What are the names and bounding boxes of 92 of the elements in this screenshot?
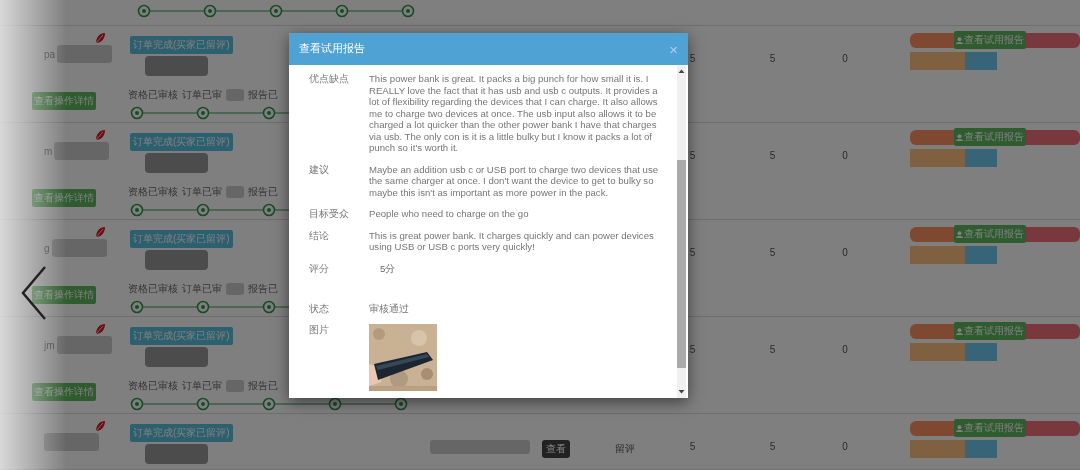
close-button[interactable]: × bbox=[669, 40, 678, 58]
leaf-icon bbox=[94, 129, 106, 141]
field-value: Maybe an addition usb c or USB port to charge two devices that use the same charger at once. I don't want the device to get to bulky so maybe this isn't as important as more power in the pack. bbox=[369, 163, 660, 198]
score-value: 5分 bbox=[379, 262, 397, 276]
leaf-icon bbox=[94, 420, 106, 432]
count-cell: 5 bbox=[769, 344, 776, 355]
blurred-block bbox=[910, 226, 955, 242]
blurred-block bbox=[226, 283, 244, 295]
field-label: 图片 bbox=[309, 324, 330, 337]
status-badge: 订单完成(买家已留评) bbox=[130, 424, 233, 442]
status-badge: 订单完成(买家已留评) bbox=[130, 133, 233, 151]
user-icon bbox=[956, 327, 964, 335]
count-cell: 5 bbox=[769, 150, 776, 161]
field-value: People who need to charge on the go bbox=[369, 208, 530, 220]
count-cell: 0 bbox=[842, 344, 848, 355]
blurred-block bbox=[51, 239, 107, 257]
blurred-block bbox=[1026, 32, 1080, 48]
blurred-block bbox=[1026, 323, 1080, 339]
status-badge: 订单完成(买家已留评) bbox=[130, 36, 233, 54]
scroll-thumb[interactable] bbox=[677, 160, 686, 368]
step-label: 订单已审 bbox=[182, 88, 222, 102]
view-report-button[interactable]: 查看试用报告 bbox=[954, 322, 1027, 340]
blurred-block bbox=[44, 433, 99, 451]
count-cell: 5 bbox=[769, 441, 776, 452]
count-cell: 0 bbox=[842, 247, 848, 258]
count-cell: 5 bbox=[769, 247, 776, 258]
view-report-button[interactable]: 查看试用报告 bbox=[954, 419, 1027, 437]
step-label: 报告已 bbox=[248, 185, 278, 199]
blurred-block bbox=[226, 89, 244, 101]
step-label: 资格已审核 bbox=[128, 379, 178, 393]
blurred-block bbox=[145, 347, 208, 367]
count-cell: 0 bbox=[842, 441, 848, 452]
step-label: 资格已审核 bbox=[128, 282, 178, 296]
blurred-block bbox=[226, 380, 244, 392]
review-label: 留评 bbox=[615, 442, 635, 456]
leaf-icon bbox=[94, 226, 106, 238]
step-label: 资格已审核 bbox=[128, 185, 178, 199]
dialog-title: 查看试用报告 bbox=[299, 42, 365, 56]
count-cell: 0 bbox=[842, 53, 848, 64]
count-cell: 5 bbox=[689, 53, 696, 64]
status-badge: 订单完成(买家已留评) bbox=[130, 230, 233, 248]
step-label: 订单已审 bbox=[182, 282, 222, 296]
blurred-block bbox=[1026, 129, 1080, 145]
leaf-icon bbox=[94, 32, 106, 44]
blurred-block bbox=[1026, 420, 1080, 436]
step-label: 报告已 bbox=[248, 379, 278, 393]
scroll-down-icon[interactable] bbox=[677, 387, 686, 396]
blurred-block bbox=[910, 129, 955, 145]
blurred-block bbox=[57, 45, 113, 63]
field-value: This is great power bank. It charges quickly and can power devices using USB or USB c ports very quickly! bbox=[369, 229, 655, 253]
field-label: 建议 bbox=[309, 163, 330, 177]
blurred-block bbox=[145, 250, 208, 270]
count-cell: 5 bbox=[769, 53, 776, 64]
step-label: 资格已审核 bbox=[128, 88, 178, 102]
user-icon bbox=[956, 230, 964, 238]
blurred-block bbox=[910, 420, 955, 436]
count-cell: 5 bbox=[689, 441, 696, 452]
blurred-block bbox=[145, 153, 208, 173]
field-label: 评分 bbox=[309, 262, 330, 276]
leaf-icon bbox=[94, 323, 106, 335]
step-label: 报告已 bbox=[248, 88, 278, 102]
step-label: 订单已审 bbox=[182, 185, 222, 199]
count-cell: 5 bbox=[689, 247, 696, 258]
field-label: 目标受众 bbox=[309, 208, 350, 220]
scrollbar[interactable] bbox=[677, 65, 686, 398]
blurred-block bbox=[226, 186, 244, 198]
count-cell: 5 bbox=[689, 150, 696, 161]
count-cell: 0 bbox=[842, 150, 848, 161]
field-label: 优点缺点 bbox=[309, 73, 350, 86]
field-label: 状态 bbox=[309, 302, 330, 314]
blurred-block bbox=[910, 32, 955, 48]
view-button[interactable]: 查看 bbox=[542, 440, 570, 458]
step-label: 报告已 bbox=[248, 282, 278, 296]
count-cell: 5 bbox=[689, 344, 696, 355]
field-label: 结论 bbox=[309, 229, 330, 243]
user-icon bbox=[956, 424, 964, 432]
view-report-button[interactable]: 查看试用报告 bbox=[954, 128, 1027, 146]
blurred-block bbox=[54, 142, 110, 160]
field-value: This power bank is great. It packs a big punch for how small it is. I REALLY love the fact that it has usb and usb c outputs. It provides a lot of flexibility regarding the devices that I can charge. It also allows me to charge two devices at once. The usb input also allows it to be charged a lot quicker than the other power bank I have that charges via usb. The only con is it is a little bulky but I know it packs a lot of punch so it's worth it. bbox=[369, 73, 659, 154]
blurred-block bbox=[910, 323, 955, 339]
step-label: 订单已审 bbox=[182, 379, 222, 393]
field-value: 审核通过 bbox=[369, 302, 410, 314]
scroll-up-icon[interactable] bbox=[677, 67, 686, 76]
blurred-block bbox=[145, 444, 208, 464]
blurred-block bbox=[56, 336, 112, 354]
blurred-block bbox=[145, 56, 208, 76]
view-report-button[interactable]: 查看试用报告 bbox=[954, 225, 1027, 243]
view-report-button[interactable]: 查看试用报告 bbox=[954, 31, 1027, 49]
blurred-block bbox=[1026, 226, 1080, 242]
status-badge: 订单完成(买家已留评) bbox=[130, 327, 233, 345]
user-icon bbox=[956, 36, 964, 44]
user-icon bbox=[956, 133, 964, 141]
